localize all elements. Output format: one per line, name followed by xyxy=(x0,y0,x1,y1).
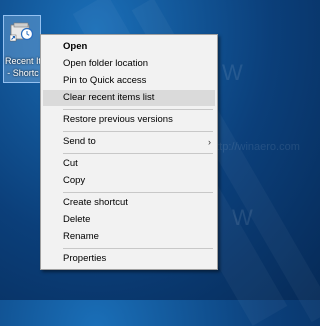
desktop-shortcut-recent-items[interactable]: Recent It - Shortc xyxy=(3,15,41,83)
send-to-label: Send to xyxy=(63,136,96,147)
menu-separator xyxy=(63,131,213,132)
menu-item-copy[interactable]: Copy xyxy=(43,173,215,189)
menu-item-pin-to-quick-access[interactable]: Pin to Quick access xyxy=(43,73,215,89)
menu-item-clear-recent-items[interactable]: Clear recent items list xyxy=(43,90,215,106)
menu-item-delete[interactable]: Delete xyxy=(43,212,215,228)
menu-item-send-to[interactable]: Send to › xyxy=(43,134,215,150)
menu-item-cut[interactable]: Cut xyxy=(43,156,215,172)
menu-separator xyxy=(63,153,213,154)
menu-item-open[interactable]: Open xyxy=(43,39,215,55)
desktop-shortcut-label: Recent It - Shortc xyxy=(4,56,42,78)
menu-item-open-folder-location[interactable]: Open folder location xyxy=(43,56,215,72)
menu-item-rename[interactable]: Rename xyxy=(43,229,215,245)
context-menu: Open Open folder location Pin to Quick a… xyxy=(40,34,218,270)
menu-separator xyxy=(63,192,213,193)
menu-item-create-shortcut[interactable]: Create shortcut xyxy=(43,195,215,211)
menu-separator xyxy=(63,248,213,249)
menu-item-restore-previous-versions[interactable]: Restore previous versions xyxy=(43,112,215,128)
chevron-right-icon: › xyxy=(208,137,211,147)
menu-item-properties[interactable]: Properties xyxy=(43,251,215,267)
menu-separator xyxy=(63,109,213,110)
watermark-mark: W xyxy=(222,60,243,85)
recent-items-icon xyxy=(10,22,34,42)
